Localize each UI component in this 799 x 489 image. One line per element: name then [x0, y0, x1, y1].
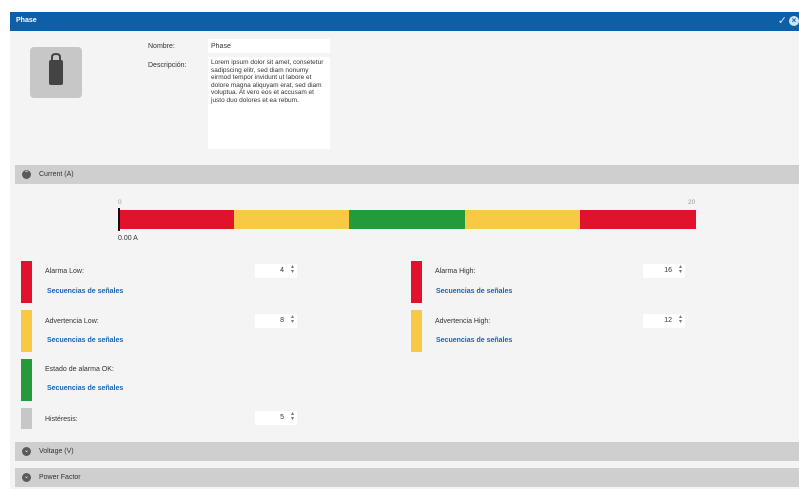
scale-segment-2	[233, 210, 350, 229]
device-icon	[30, 47, 82, 98]
ok-state-color-swatch	[21, 359, 32, 401]
scale-segment-3	[349, 210, 465, 229]
section-voltage-header[interactable]: ⌄ Voltage (V)	[15, 442, 799, 461]
chevron-up-icon: ⌃	[22, 170, 31, 179]
chevron-down-icon: ⌄	[22, 473, 31, 482]
alarm-high-signal-sequences-link[interactable]: Secuencias de señales	[436, 288, 512, 295]
confirm-check-icon[interactable]: ✓	[778, 14, 787, 27]
hysteresis-color-swatch	[21, 408, 32, 429]
warning-high-stepper[interactable]: 12 ▴ ▾	[643, 314, 685, 328]
ok-state-label: Estado de alarma OK:	[45, 366, 114, 373]
warning-high-value: 12	[664, 317, 672, 324]
scale-min-label: 0	[118, 199, 122, 206]
alarm-high-stepper[interactable]: 16 ▴ ▾	[643, 264, 685, 278]
warning-low-signal-sequences-link[interactable]: Secuencias de señales	[47, 337, 123, 344]
alarm-low-color-swatch	[21, 261, 32, 303]
section-power-factor-header[interactable]: ⌄ Power Factor	[15, 468, 799, 487]
hysteresis-stepper[interactable]: 5 ▴ ▾	[255, 411, 297, 425]
section-voltage-title: Voltage (V)	[39, 448, 74, 455]
description-label: Descripción:	[148, 62, 187, 69]
warning-low-label: Advertencia Low:	[45, 318, 99, 325]
warning-high-signal-sequences-link[interactable]: Secuencias de señales	[436, 337, 512, 344]
alarm-high-value: 16	[664, 267, 672, 274]
stepper-arrows-icon[interactable]: ▴ ▾	[679, 264, 682, 275]
ok-state-signal-sequences-link[interactable]: Secuencias de señales	[47, 385, 123, 392]
hysteresis-value: 5	[280, 414, 284, 421]
section-power-factor-title: Power Factor	[39, 474, 81, 481]
warning-low-stepper[interactable]: 8 ▴ ▾	[255, 314, 297, 328]
alarm-low-value: 4	[280, 267, 284, 274]
threshold-scale-bar	[118, 210, 696, 229]
current-value-marker	[118, 208, 120, 231]
description-textarea[interactable]: Lorem ipsum dolor sit amet, consetetur s…	[208, 57, 330, 149]
name-input[interactable]	[208, 39, 330, 53]
window-title: Phase	[16, 17, 37, 24]
stepper-arrows-icon[interactable]: ▴ ▾	[679, 314, 682, 325]
title-bar: Phase ✓ ×	[10, 12, 799, 31]
alarm-low-label: Alarma Low:	[45, 268, 84, 275]
dialog-body: Nombre: Descripción: Lorem ipsum dolor s…	[10, 31, 799, 489]
alarm-low-stepper[interactable]: 4 ▴ ▾	[255, 264, 297, 278]
scale-segment-4	[464, 210, 581, 229]
alarm-low-signal-sequences-link[interactable]: Secuencias de señales	[47, 288, 123, 295]
warning-high-label: Advertencia High:	[435, 318, 491, 325]
lock-device-icon	[49, 52, 63, 85]
alarm-high-color-swatch	[411, 261, 422, 303]
section-current-title: Current (A)	[39, 171, 74, 178]
section-current-header[interactable]: ⌃ Current (A)	[15, 165, 799, 184]
scale-max-label: 20	[688, 199, 696, 206]
stepper-arrows-icon[interactable]: ▴ ▾	[291, 264, 294, 275]
chevron-down-icon: ⌄	[22, 447, 31, 456]
scale-segment-1	[118, 210, 234, 229]
name-label: Nombre:	[148, 43, 175, 50]
stepper-arrows-icon[interactable]: ▴ ▾	[291, 411, 294, 422]
warning-low-color-swatch	[21, 310, 32, 352]
hysteresis-label: Histéresis:	[45, 416, 78, 423]
warning-high-color-swatch	[411, 310, 422, 352]
close-icon[interactable]: ×	[789, 16, 799, 26]
scale-segment-5	[580, 210, 696, 229]
warning-low-value: 8	[280, 317, 284, 324]
stepper-arrows-icon[interactable]: ▴ ▾	[291, 314, 294, 325]
alarm-high-label: Alarma High:	[435, 268, 476, 275]
current-value-readout: 0.00 A	[118, 235, 138, 242]
